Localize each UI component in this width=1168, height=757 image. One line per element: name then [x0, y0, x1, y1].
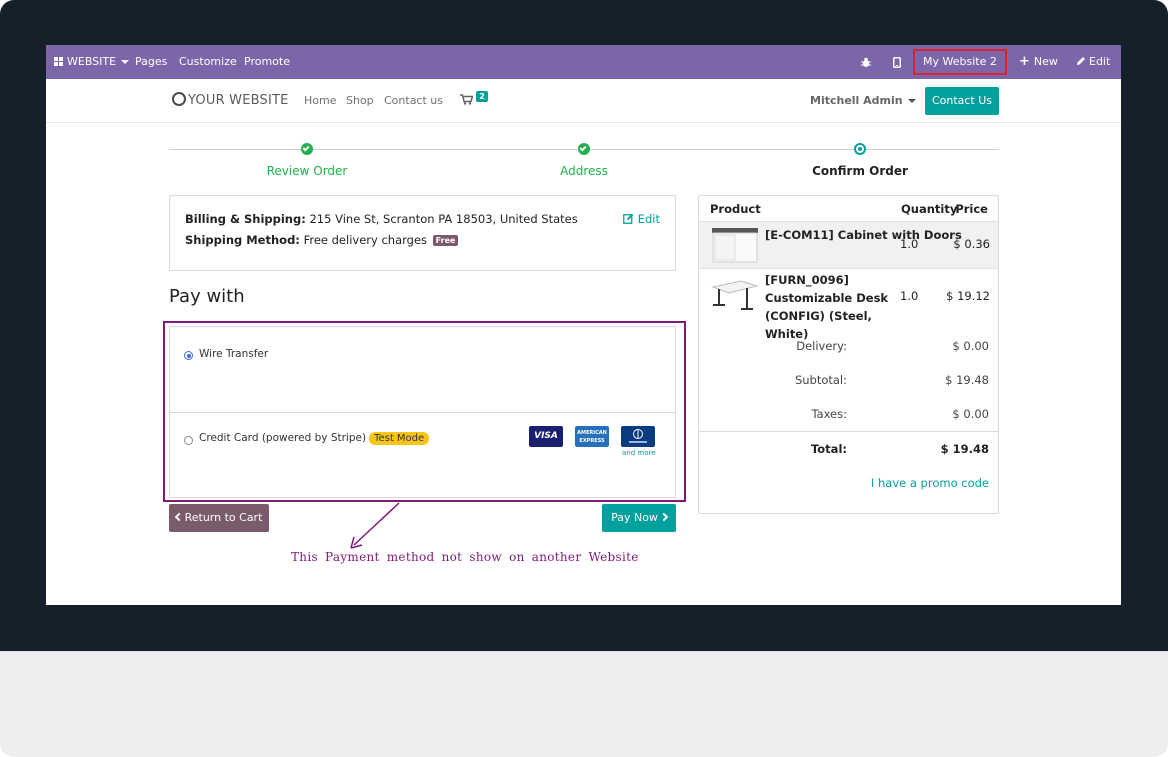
return-to-cart-button[interactable]: Return to Cart [169, 504, 269, 532]
edit-page-button[interactable]: Edit [1076, 45, 1110, 79]
table-row: [E-COM11] Cabinet with Doors 1.0 $ 0.36 [699, 221, 998, 268]
step-confirm-order: Confirm Order [812, 164, 908, 178]
table-row: [FURN_0096] Customizable Desk (CONFIG) (… [699, 268, 998, 341]
amex-card-icon: AMERICAN EXPRESS [575, 426, 609, 447]
step-current-dot-icon [854, 143, 866, 155]
contact-us-button[interactable]: Contact Us [925, 87, 999, 115]
wire-transfer-label[interactable]: Wire Transfer [199, 348, 268, 360]
monitor-stand [0, 651, 1168, 757]
step-done-check-icon [301, 143, 313, 155]
visa-card-icon: VISA [529, 426, 563, 447]
user-name: Mitchell Admin [810, 94, 903, 107]
billing-address-row: Billing & Shipping: 215 Vine St, Scranto… [185, 212, 578, 226]
edit-address-link[interactable]: Edit [623, 212, 660, 226]
pay-now-label: Pay Now [611, 511, 658, 524]
total-label: Total: [810, 442, 847, 456]
and-more-link[interactable]: and more [622, 449, 656, 457]
product-quantity: 1.0 [900, 237, 919, 251]
apps-grid-icon [54, 57, 64, 66]
cabinet-product-image [711, 226, 759, 264]
shopping-cart-icon [460, 94, 474, 105]
col-price: Price [955, 202, 988, 216]
step-done-check-icon [578, 143, 590, 155]
return-to-cart-label: Return to Cart [184, 511, 263, 524]
product-quantity: 1.0 [900, 289, 919, 303]
new-content-button[interactable]: + New [1019, 45, 1058, 79]
browser-screen: WEBSITE Pages Customize Promote My Websi… [46, 45, 1121, 605]
wire-transfer-radio[interactable] [184, 351, 193, 360]
step-review-order[interactable]: Review Order [227, 164, 387, 178]
website-menu[interactable]: WEBSITE [54, 45, 130, 79]
pay-with-heading: Pay with [169, 286, 245, 307]
edit-square-icon [623, 213, 634, 224]
annotation-arrow-icon [350, 502, 400, 549]
cart-link[interactable] [460, 94, 474, 108]
free-badge: Free [432, 235, 459, 246]
chevron-left-icon [174, 512, 183, 522]
globe-icon [172, 92, 186, 106]
billing-shipping-card: Billing & Shipping: 215 Vine St, Scranto… [169, 195, 676, 271]
cart-count-badge: 2 [476, 91, 488, 102]
billing-address: 215 Vine St, Scranton PA 18503, United S… [309, 212, 578, 226]
subtotal-label: Subtotal: [794, 373, 847, 387]
caret-down-icon [907, 99, 916, 103]
edit-label: Edit [637, 212, 660, 226]
shipping-method: Free delivery charges [303, 233, 428, 247]
credit-card-label: Credit Card (powered by Stripe) [199, 432, 367, 444]
promote-menu[interactable]: Promote [244, 45, 290, 79]
site-logo[interactable]: YOUR WEBSITE [172, 92, 289, 108]
product-price: $ 19.12 [946, 289, 990, 303]
desk-product-image [711, 277, 759, 315]
col-product: Product [710, 202, 761, 216]
edit-label: Edit [1089, 55, 1111, 68]
website-menu-label: WEBSITE [67, 55, 117, 68]
chevron-right-icon [659, 512, 669, 522]
delivery-value: $ 0.00 [952, 339, 989, 353]
mobile-preview-button[interactable] [893, 45, 901, 79]
product-price: $ 0.36 [953, 237, 990, 251]
website-admin-bar: WEBSITE Pages Customize Promote My Websi… [46, 45, 1121, 86]
customize-menu[interactable]: Customize [179, 45, 237, 79]
shipping-label: Shipping Method: [185, 233, 300, 247]
billing-label: Billing & Shipping: [185, 212, 306, 226]
product-name[interactable]: [E-COM11] Cabinet with Doors [765, 226, 962, 244]
plus-icon: + [1019, 54, 1030, 69]
order-summary-table: Product Quantity Price [E-COM11] Cabinet… [698, 195, 999, 514]
subtotal-value: $ 19.48 [945, 373, 989, 387]
shipping-method-row: Shipping Method: Free delivery charges F… [185, 233, 459, 247]
product-name[interactable]: [FURN_0096] Customizable Desk (CONFIG) (… [765, 271, 897, 343]
payment-divider [170, 412, 675, 413]
mobile-phone-icon [893, 56, 901, 68]
credit-card-option[interactable]: Credit Card (powered by Stripe) Test Mode [199, 432, 430, 445]
website-switcher-label: My Website 2 [923, 55, 997, 68]
diners-club-card-icon [621, 426, 655, 447]
nav-link-contact-us[interactable]: Contact us [384, 94, 443, 107]
pay-now-button[interactable]: Pay Now [602, 504, 676, 532]
test-mode-badge: Test Mode [369, 432, 430, 445]
site-navbar: YOUR WEBSITE Home Shop Contact us 2 Mitc… [46, 79, 1121, 123]
site-logo-text: YOUR WEBSITE [188, 93, 289, 108]
taxes-label: Taxes: [811, 407, 847, 421]
delivery-label: Delivery: [796, 339, 847, 353]
annotation-note: This Payment method not show on another … [291, 550, 639, 564]
caret-down-icon [121, 60, 130, 64]
promo-code-link[interactable]: I have a promo code [871, 476, 989, 490]
user-menu[interactable]: Mitchell Admin [810, 94, 916, 107]
payment-methods-list: Wire Transfer Credit Card (powered by St… [169, 326, 676, 498]
credit-card-radio[interactable] [184, 436, 193, 445]
new-label: New [1033, 55, 1058, 68]
bug-icon [861, 57, 871, 67]
totals-divider [699, 431, 998, 432]
nav-link-home[interactable]: Home [304, 94, 336, 107]
website-switcher-dropdown[interactable]: My Website 2 [913, 49, 1007, 86]
pages-menu[interactable]: Pages [135, 45, 167, 79]
debug-button[interactable] [861, 45, 871, 79]
taxes-value: $ 0.00 [952, 407, 989, 421]
col-quantity: Quantity [901, 202, 958, 216]
step-address[interactable]: Address [504, 164, 664, 178]
nav-link-shop[interactable]: Shop [346, 94, 374, 107]
total-value: $ 19.48 [940, 442, 989, 456]
pencil-icon [1077, 57, 1085, 65]
